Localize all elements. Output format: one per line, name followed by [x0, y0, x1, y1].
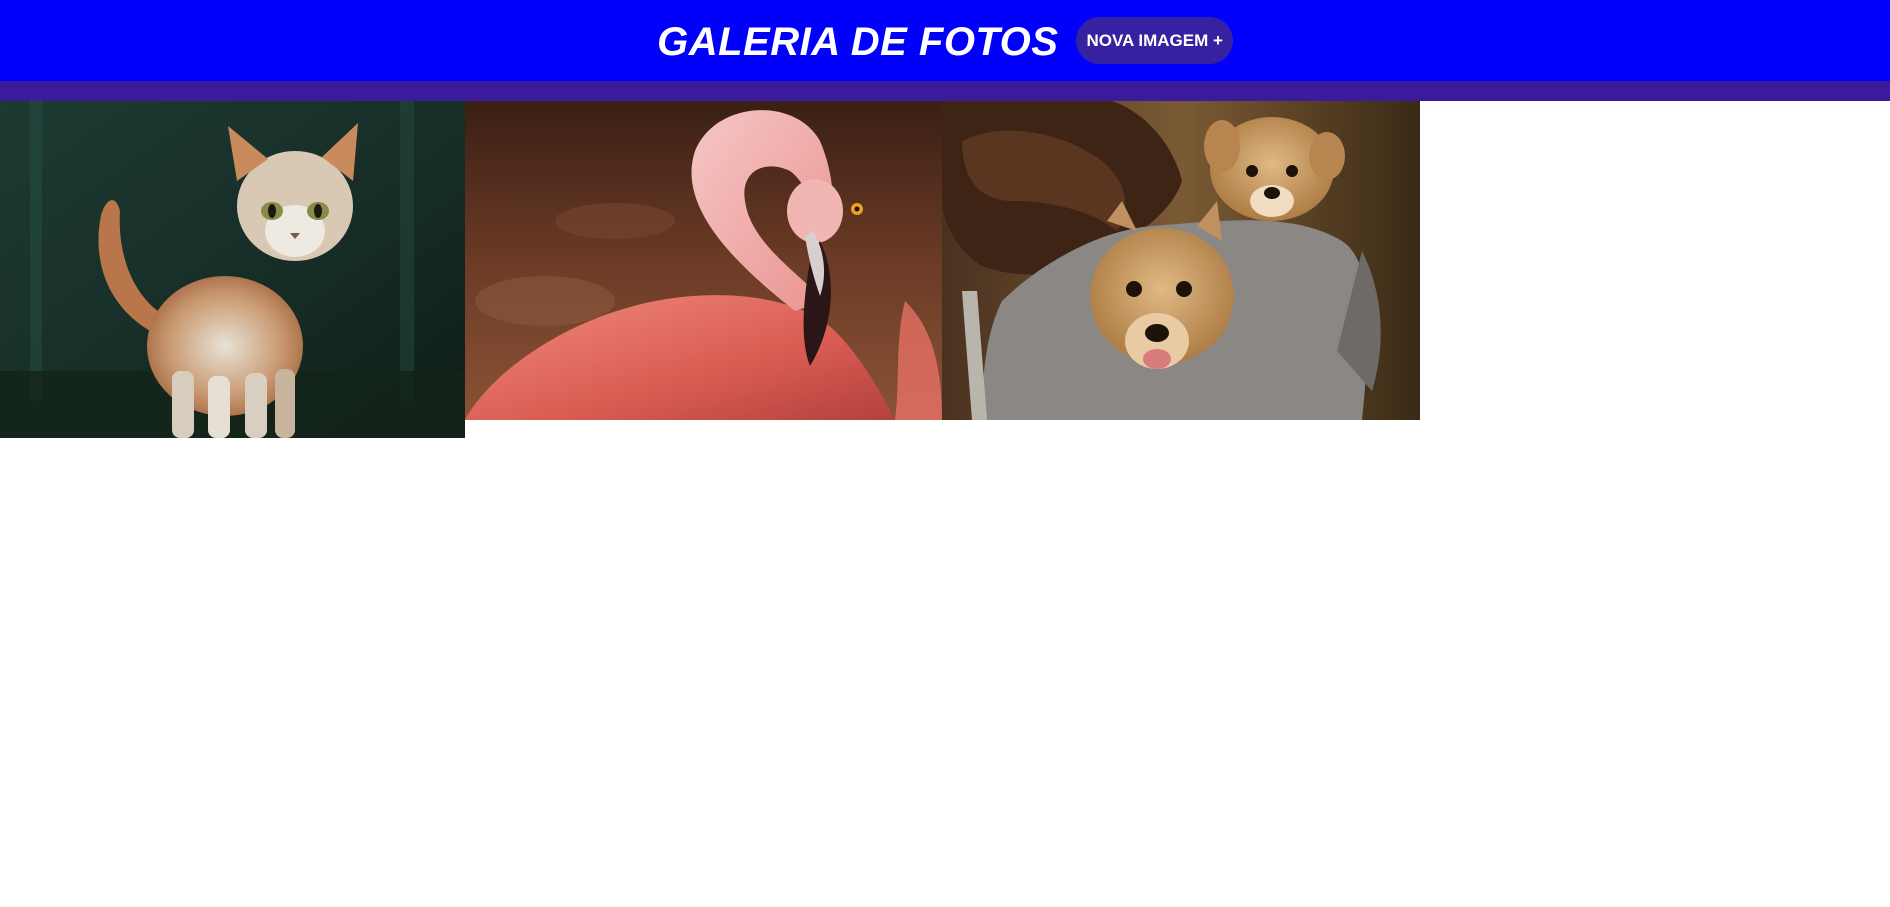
- cat-image: [0, 101, 465, 438]
- puppies-image: [942, 101, 1420, 420]
- gallery-photo-flamingo[interactable]: [465, 101, 942, 420]
- new-image-button[interactable]: NOVA IMAGEM +: [1076, 17, 1233, 64]
- gallery-photo-puppies[interactable]: [942, 101, 1420, 420]
- page-title: GALERIA DE FOTOS: [657, 19, 1059, 64]
- flamingo-image: [465, 101, 942, 420]
- header-divider-bar: [0, 81, 1890, 101]
- header: GALERIA DE FOTOS NOVA IMAGEM +: [0, 0, 1890, 81]
- gallery-photo-cat[interactable]: [0, 101, 465, 438]
- photo-gallery: [0, 101, 1420, 438]
